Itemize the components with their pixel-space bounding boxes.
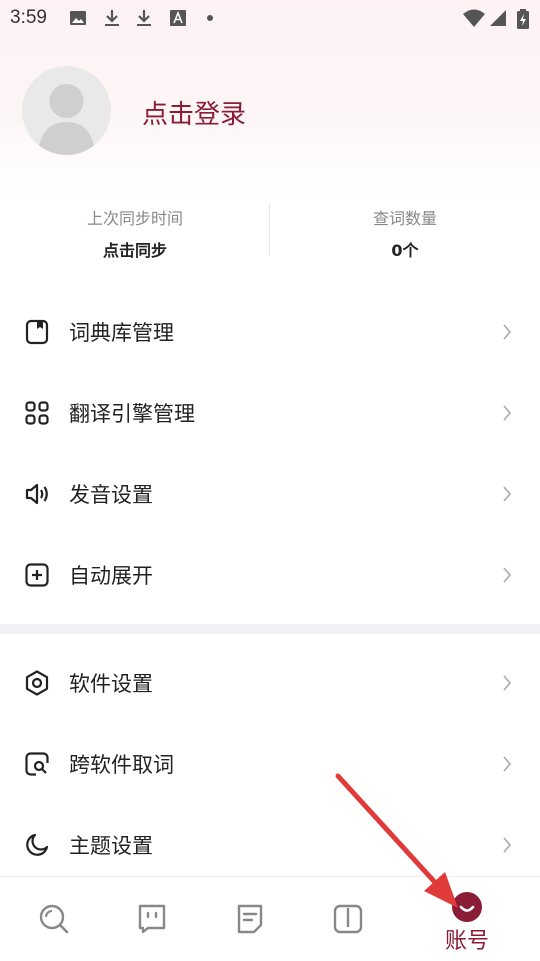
- search-icon: [39, 904, 69, 934]
- nav-book[interactable]: [294, 877, 402, 961]
- nav-chat[interactable]: [98, 877, 206, 961]
- status-time: 3:59: [10, 7, 47, 28]
- chevron-right-icon: [503, 567, 512, 583]
- avatar[interactable]: [22, 66, 111, 155]
- wifi-icon: [463, 9, 485, 27]
- chevron-right-icon: [503, 756, 512, 772]
- nav-account-label: 账号: [445, 929, 490, 954]
- nav-account[interactable]: 账号: [410, 877, 540, 961]
- dot-icon: [207, 15, 213, 21]
- word-count-stat: 查词数量 0个: [270, 200, 540, 261]
- grid-icon: [25, 401, 49, 425]
- menu-item-label: 跨软件取词: [69, 753, 174, 777]
- menu-item-translation-engine[interactable]: 翻译引擎管理: [0, 372, 540, 453]
- hexagon-settings-icon: [25, 670, 49, 696]
- last-sync-stat[interactable]: 上次同步时间 点击同步: [0, 200, 270, 261]
- menu-item-auto-expand[interactable]: 自动展开: [0, 534, 540, 615]
- chevron-right-icon: [503, 837, 512, 853]
- user-silhouette-icon: [38, 84, 95, 155]
- battery-charging-icon: [517, 9, 529, 29]
- status-bar: 3:59: [0, 0, 540, 36]
- last-sync-label: 上次同步时间: [86, 209, 183, 228]
- login-link[interactable]: 点击登录: [142, 94, 246, 131]
- plus-square-icon: [25, 563, 49, 587]
- stats-bar: 上次同步时间 点击同步 查词数量 0个: [0, 200, 540, 260]
- menu-item-theme-settings[interactable]: 主题设置: [0, 804, 540, 885]
- menu-item-pronunciation[interactable]: 发音设置: [0, 453, 540, 534]
- smile-circle-icon: [452, 892, 482, 922]
- menu-item-label: 软件设置: [69, 672, 153, 696]
- speaker-icon: [25, 483, 48, 505]
- menu-item-label: 主题设置: [69, 834, 153, 858]
- download-icon: [137, 10, 151, 26]
- note-icon: [237, 904, 263, 934]
- open-book-icon: [333, 904, 363, 934]
- chat-face-icon: [138, 904, 166, 934]
- book-outline-icon: [25, 319, 49, 345]
- section-divider: [0, 624, 540, 634]
- menu-item-software-settings[interactable]: 软件设置: [0, 642, 540, 723]
- bottom-nav: 账号: [0, 876, 540, 961]
- image-icon: [70, 11, 86, 25]
- chevron-right-icon: [503, 486, 512, 502]
- chevron-right-icon: [503, 405, 512, 421]
- menu-item-cross-app-lookup[interactable]: 跨软件取词: [0, 723, 540, 804]
- menu-item-label: 词典库管理: [69, 321, 174, 345]
- chevron-right-icon: [503, 324, 512, 340]
- menu-item-dictionary-library[interactable]: 词典库管理: [0, 291, 540, 372]
- font-icon: [170, 10, 186, 26]
- menu-item-label: 自动展开: [69, 564, 153, 588]
- word-count-label: 查词数量: [372, 209, 437, 228]
- word-count-value: 0个: [391, 241, 419, 260]
- download-icon: [105, 10, 119, 26]
- menu-item-label: 发音设置: [69, 483, 153, 507]
- chevron-right-icon: [503, 675, 512, 691]
- nav-notes[interactable]: [196, 877, 304, 961]
- search-square-icon: [25, 752, 49, 776]
- moon-icon: [26, 833, 49, 856]
- signal-icon: [490, 10, 506, 26]
- last-sync-value[interactable]: 点击同步: [0, 237, 270, 261]
- menu-item-label: 翻译引擎管理: [69, 402, 195, 426]
- nav-search[interactable]: [0, 877, 108, 961]
